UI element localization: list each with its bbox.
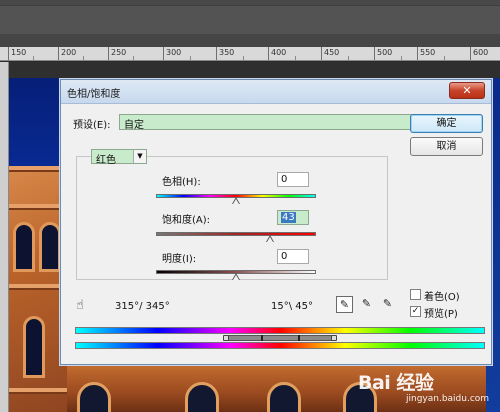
chevron-down-icon: ▼	[133, 150, 146, 163]
window	[39, 222, 61, 272]
ruler-label: 200	[61, 48, 77, 57]
dialog-title: 色相/饱和度	[67, 89, 121, 100]
lightness-input[interactable]: 0	[277, 249, 309, 264]
close-button[interactable]: ✕	[449, 82, 485, 99]
lightness-label: 明度(I):	[162, 254, 197, 265]
colorize-checkbox[interactable]	[410, 289, 421, 300]
colorize-label: 着色(O)	[424, 292, 460, 303]
color-range-bar[interactable]	[226, 335, 334, 341]
ruler-label: 300	[166, 48, 182, 57]
lightness-slider-thumb[interactable]	[232, 273, 240, 280]
hand-adjust-icon[interactable]: ☝	[76, 298, 91, 314]
window	[185, 382, 219, 412]
adjustment-group	[76, 156, 388, 280]
ok-button[interactable]: 确定	[410, 114, 483, 133]
cornice	[9, 204, 67, 210]
ruler-label: 600	[473, 48, 489, 57]
vertical-ruler	[0, 62, 9, 412]
ruler-label: 550	[420, 48, 436, 57]
preset-dropdown[interactable]: 自定 ▼	[119, 114, 437, 131]
photoshop-top-bar	[0, 0, 500, 47]
channel-dropdown[interactable]: 红色 ▼	[91, 149, 147, 166]
building-facade	[9, 166, 67, 412]
cornice	[9, 388, 67, 394]
eyedropper-icon[interactable]: ✎	[336, 296, 353, 313]
ruler-label: 400	[271, 48, 287, 57]
saturation-input[interactable]: 43	[277, 210, 309, 225]
window	[267, 382, 301, 412]
watermark-url: jingyan.baidu.com	[406, 394, 490, 404]
color-ramp-bottom	[75, 342, 485, 349]
preset-value: 自定	[124, 120, 144, 131]
color-ramp-top	[75, 327, 485, 334]
window	[23, 316, 45, 378]
cancel-button[interactable]: 取消	[410, 137, 483, 156]
eyedropper-minus-icon[interactable]: ✎	[379, 296, 396, 313]
window	[13, 222, 35, 272]
ruler-label: 500	[377, 48, 393, 57]
cornice	[9, 284, 67, 290]
ruler-label: 150	[11, 48, 27, 57]
preview-label: 预览(P)	[424, 309, 458, 320]
hue-input[interactable]: 0	[277, 172, 309, 187]
saturation-value: 43	[281, 212, 296, 223]
hue-saturation-dialog: 色相/饱和度 ✕ 预设(E): 自定 ▼ ▾ 确定 取消 红色 ▼ 色相(H):…	[60, 79, 492, 365]
saturation-slider-thumb[interactable]	[266, 235, 274, 242]
range-slider-right[interactable]	[331, 335, 337, 341]
saturation-slider-track[interactable]	[156, 232, 316, 236]
hue-slider-thumb[interactable]	[232, 197, 240, 204]
saturation-label: 饱和度(A):	[162, 215, 211, 226]
watermark-brand: Bai 经验	[358, 372, 434, 394]
range-right-degrees: 15°\ 45°	[271, 301, 313, 312]
window	[77, 382, 111, 412]
dialog-titlebar[interactable]: 色相/饱和度 ✕	[61, 80, 491, 104]
top-seam	[0, 0, 500, 6]
cornice	[9, 166, 67, 172]
photo-left-visible[interactable]	[9, 78, 67, 412]
watermark-logo: Bai 经验 jingyan.baidu.com	[356, 366, 492, 410]
hue-label: 色相(H):	[162, 177, 201, 188]
range-slider-inner-left[interactable]	[261, 335, 263, 341]
ruler-label: 350	[219, 48, 235, 57]
document-tab-strip	[0, 34, 500, 47]
eyedropper-plus-icon[interactable]: ✎	[358, 296, 375, 313]
range-slider-inner-right[interactable]	[298, 335, 300, 341]
preset-label: 预设(E):	[73, 120, 111, 131]
range-slider-left[interactable]	[223, 335, 229, 341]
ruler-label: 450	[324, 48, 340, 57]
ruler-label: 250	[111, 48, 127, 57]
range-left-degrees: 315°/ 345°	[115, 301, 170, 312]
channel-value: 红色	[96, 155, 116, 166]
preview-checkbox[interactable]: ✓	[410, 306, 421, 317]
close-icon: ✕	[462, 84, 472, 97]
horizontal-ruler: 150 200 250 300 350 400 450 500 550 600	[0, 47, 500, 61]
